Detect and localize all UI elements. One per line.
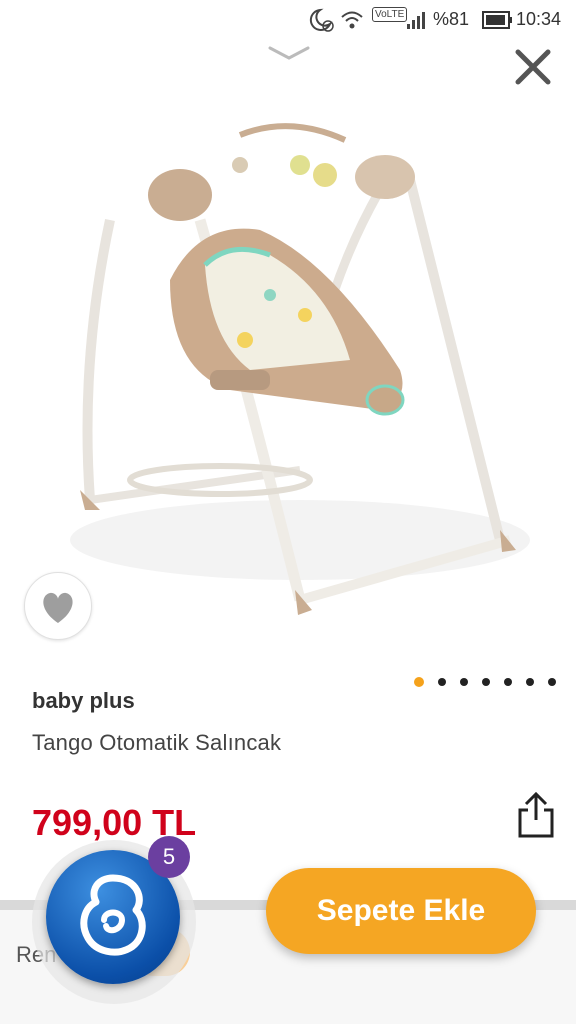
pager-dot[interactable] (460, 678, 468, 686)
assistant-notification-badge: 5 (148, 836, 190, 878)
wifi-icon (341, 11, 363, 29)
pager-dot[interactable] (548, 678, 556, 686)
status-bar: VoLTE %81 10:34 (0, 0, 576, 40)
share-icon[interactable] (514, 790, 558, 842)
volte-icon: VoLTE (372, 7, 408, 22)
brand-name[interactable]: baby plus (32, 688, 135, 714)
pager-dot[interactable] (482, 678, 490, 686)
pager-dot[interactable] (438, 678, 446, 686)
product-title: Tango Otomatik Salıncak (32, 730, 282, 755)
pager-dot[interactable] (526, 678, 534, 686)
close-icon[interactable] (510, 44, 556, 90)
add-to-cart-button[interactable]: Sepete Ekle (266, 868, 536, 954)
product-image (70, 123, 530, 615)
favorite-button[interactable] (24, 572, 92, 640)
product-image-carousel[interactable] (0, 40, 576, 660)
image-pager (414, 676, 556, 688)
battery-percent: %81 (433, 9, 470, 29)
chevron-down-icon[interactable] (266, 40, 312, 64)
battery-icon (482, 11, 512, 29)
status-time: 10:34 (516, 9, 562, 29)
pager-dot[interactable] (414, 677, 424, 687)
signal-icon (407, 12, 425, 29)
heart-icon (43, 592, 73, 623)
moon-alarm-icon (309, 8, 334, 32)
pager-dot[interactable] (504, 678, 512, 686)
